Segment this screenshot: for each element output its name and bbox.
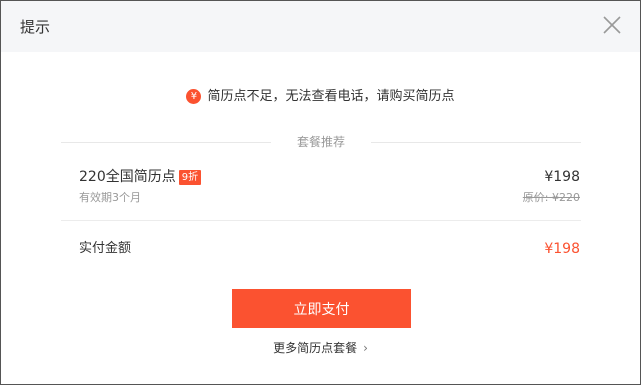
- payment-label: 实付金额: [79, 241, 132, 256]
- package-name: 220全国简历点 9折: [79, 167, 202, 187]
- close-icon[interactable]: [600, 13, 624, 37]
- section-divider-right: [371, 142, 581, 143]
- package-name-text: 220全国简历点: [79, 169, 176, 185]
- dialog-header: 提示: [1, 1, 640, 52]
- more-packages-label: 更多简历点套餐: [273, 341, 358, 355]
- chevron-right-icon: ›: [363, 341, 368, 355]
- insufficient-points-notice: ¥ 简历点不足，无法查看电话，请购买简历点: [1, 87, 640, 107]
- section-divider-left: [61, 142, 271, 143]
- divider: [61, 220, 581, 221]
- payment-amount: ¥198: [544, 241, 580, 257]
- discount-badge: 9折: [178, 170, 202, 185]
- purchase-dialog: 提示 ¥ 简历点不足，无法查看电话，请购买简历点 套餐推荐 220全国简历点 9折 …: [0, 0, 641, 385]
- section-label: 套餐推荐: [296, 135, 345, 149]
- package-price: ¥198: [544, 169, 580, 185]
- dialog-title: 提示: [20, 18, 51, 36]
- pay-now-button[interactable]: 立即支付: [232, 289, 411, 328]
- more-packages-link[interactable]: 更多简历点套餐 ›: [1, 339, 640, 357]
- package-validity: 有效期3个月: [79, 191, 141, 204]
- yen-icon: ¥: [186, 89, 202, 104]
- original-price: 原价: ¥220: [522, 191, 580, 204]
- notice-text: 简历点不足，无法查看电话，请购买简历点: [207, 89, 455, 104]
